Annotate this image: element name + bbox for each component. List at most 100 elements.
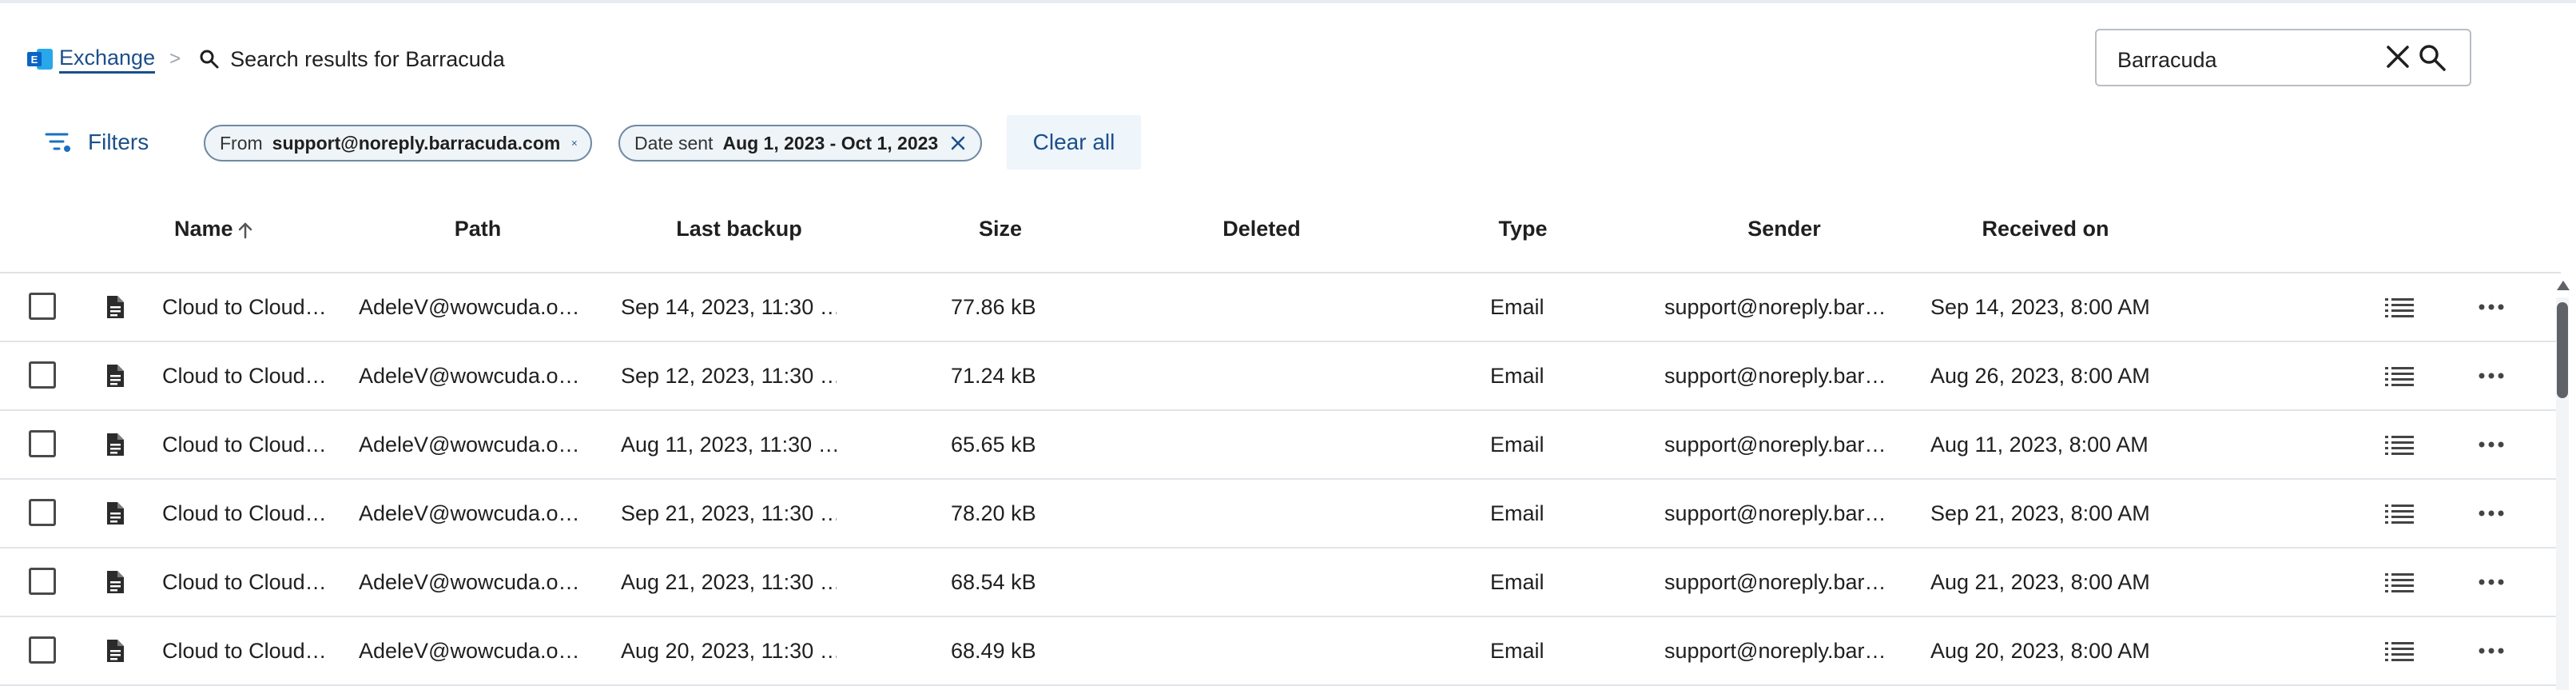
cell-type: Email (1490, 364, 1544, 388)
search-icon[interactable] (2416, 42, 2448, 74)
more-horizontal-icon[interactable] (2477, 504, 2506, 523)
scrollbar-thumb[interactable] (2557, 302, 2568, 398)
document-icon (107, 433, 124, 456)
cell-received-on: Aug 26, 2023, 8:00 AM (1930, 364, 2150, 388)
list-icon[interactable] (2383, 501, 2415, 526)
more-horizontal-icon[interactable] (2477, 435, 2506, 454)
table-row[interactable]: Cloud to Cloud… AdeleV@wowcuda.o… Aug 11… (0, 411, 2557, 480)
column-header-sender[interactable]: Sender (1747, 214, 1821, 243)
exchange-icon: E (27, 49, 53, 70)
more-horizontal-icon[interactable] (2477, 297, 2506, 317)
column-header-size[interactable]: Size (979, 214, 1022, 243)
cell-path: AdeleV@wowcuda.o… (359, 501, 580, 525)
cell-name[interactable]: Cloud to Cloud… (162, 342, 330, 409)
filter-chip-value: Aug 1, 2023 - Oct 1, 2023 (722, 132, 939, 154)
filter-chip-date-sent[interactable]: Date sent Aug 1, 2023 - Oct 1, 2023 (618, 125, 982, 162)
more-horizontal-icon[interactable] (2477, 366, 2506, 385)
list-icon[interactable] (2383, 638, 2415, 664)
list-icon[interactable] (2383, 569, 2415, 595)
cell-received-on: Aug 11, 2023, 8:00 AM (1930, 433, 2149, 457)
cell-name[interactable]: Cloud to Cloud… (162, 480, 330, 547)
column-header-received-on[interactable]: Received on (1982, 214, 2109, 243)
cell-size: 78.20 kB (951, 501, 1036, 525)
document-icon (107, 296, 124, 318)
cell-size: 65.65 kB (951, 433, 1036, 457)
table-row[interactable]: Cloud to Cloud… AdeleV@wowcuda.o… Sep 12… (0, 342, 2557, 411)
breadcrumb: E Exchange > Search results for Barracud… (26, 42, 505, 77)
cell-sender: support@noreply.bar… (1664, 639, 1886, 663)
cell-sender: support@noreply.bar… (1664, 295, 1886, 319)
search-icon (200, 50, 219, 69)
cell-size: 71.24 kB (951, 364, 1036, 388)
cell-type: Email (1490, 501, 1544, 525)
list-icon[interactable] (2383, 432, 2415, 457)
column-header-last-backup[interactable]: Last backup (676, 214, 802, 243)
cell-received-on: Sep 14, 2023, 8:00 AM (1930, 295, 2150, 319)
more-horizontal-icon[interactable] (2477, 641, 2506, 660)
more-horizontal-icon[interactable] (2477, 572, 2506, 592)
cell-last-backup: Aug 21, 2023, 11:30 … (621, 570, 837, 594)
cell-sender: support@noreply.bar… (1664, 433, 1886, 457)
filter-chip-key: From (220, 132, 263, 154)
filters-label: Filters (88, 130, 149, 154)
row-checkbox[interactable] (29, 430, 56, 457)
cell-sender: support@noreply.bar… (1664, 501, 1886, 525)
cell-type: Email (1490, 570, 1544, 594)
document-icon (107, 502, 124, 524)
column-header-label: Name (174, 217, 233, 241)
filter-icon (45, 133, 70, 152)
table-row[interactable]: Cloud to Cloud… AdeleV@wowcuda.o… Aug 21… (0, 548, 2557, 617)
row-checkbox[interactable] (29, 499, 56, 526)
cell-name[interactable]: Cloud to Cloud… (162, 617, 330, 684)
row-checkbox[interactable] (29, 636, 56, 664)
list-icon[interactable] (2383, 294, 2415, 320)
cell-type: Email (1490, 433, 1544, 457)
table-row[interactable]: Cloud to Cloud… AdeleV@wowcuda.o… Aug 20… (0, 617, 2557, 686)
cell-type: Email (1490, 639, 1544, 663)
column-header-type[interactable]: Type (1498, 214, 1547, 243)
cell-received-on: Aug 21, 2023, 8:00 AM (1930, 570, 2150, 594)
document-icon (107, 365, 124, 387)
column-header-deleted[interactable]: Deleted (1222, 214, 1301, 243)
cell-type: Email (1490, 295, 1544, 319)
list-icon[interactable] (2383, 363, 2415, 389)
cell-name[interactable]: Cloud to Cloud… (162, 411, 330, 478)
column-header-name[interactable]: Name (174, 214, 256, 243)
breadcrumb-current: Search results for Barracuda (230, 46, 505, 71)
cell-last-backup: Aug 20, 2023, 11:30 … (621, 639, 837, 663)
table-row[interactable]: Cloud to Cloud… AdeleV@wowcuda.o… Sep 14… (0, 273, 2557, 342)
cell-name[interactable]: Cloud to Cloud… (162, 273, 330, 341)
svg-text:E: E (31, 54, 38, 66)
scroll-up-arrow-icon[interactable] (2556, 280, 2570, 291)
document-icon (107, 571, 124, 593)
row-checkbox[interactable] (29, 293, 56, 320)
close-icon[interactable] (2384, 43, 2411, 70)
cell-path: AdeleV@wowcuda.o… (359, 570, 580, 594)
filter-chip-key: Date sent (634, 132, 714, 154)
cell-path: AdeleV@wowcuda.o… (359, 639, 580, 663)
filter-chip-from[interactable]: From support@noreply.barracuda.com (204, 125, 592, 162)
cell-last-backup: Sep 21, 2023, 11:30 … (621, 501, 837, 525)
cell-name[interactable]: Cloud to Cloud… (162, 548, 330, 616)
cell-last-backup: Sep 12, 2023, 11:30 … (621, 364, 837, 388)
breadcrumb-separator: > (169, 48, 181, 70)
close-icon[interactable] (571, 134, 578, 152)
cell-last-backup: Aug 11, 2023, 11:30 … (621, 433, 837, 457)
clear-all-button[interactable]: Clear all (1007, 115, 1141, 170)
cell-path: AdeleV@wowcuda.o… (359, 433, 580, 457)
row-checkbox[interactable] (29, 361, 56, 389)
cell-last-backup: Sep 14, 2023, 11:30 … (621, 295, 837, 319)
top-divider (0, 0, 2576, 3)
search-input-value[interactable]: Barracuda (2117, 48, 2217, 73)
cell-path: AdeleV@wowcuda.o… (359, 295, 580, 319)
breadcrumb-exchange-link[interactable]: Exchange (59, 46, 156, 74)
column-header-path[interactable]: Path (455, 214, 502, 243)
filter-chip-value: support@noreply.barracuda.com (272, 132, 561, 154)
table-row[interactable]: Cloud to Cloud… AdeleV@wowcuda.o… Sep 21… (0, 480, 2557, 548)
cell-sender: support@noreply.bar… (1664, 570, 1886, 594)
close-icon[interactable] (949, 134, 967, 152)
filters-button[interactable]: Filters (45, 126, 149, 158)
cell-size: 77.86 kB (951, 295, 1036, 319)
search-input[interactable]: Barracuda (2095, 29, 2471, 86)
row-checkbox[interactable] (29, 568, 56, 595)
